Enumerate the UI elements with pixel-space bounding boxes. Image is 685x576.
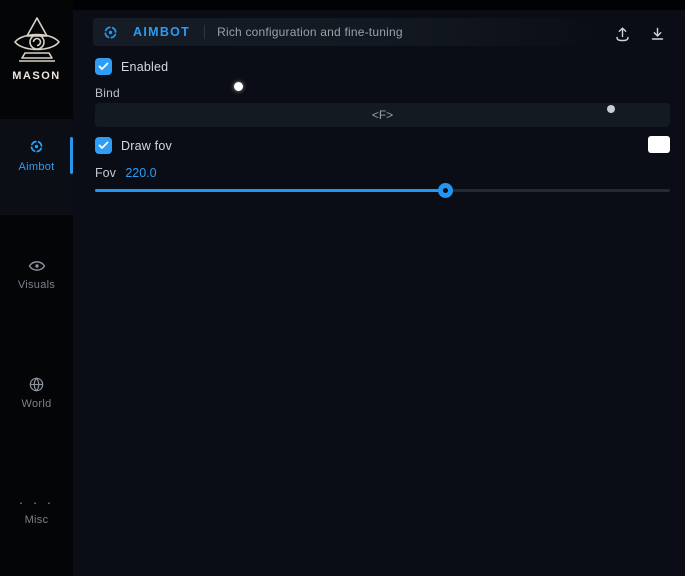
sidebar-item-aimbot[interactable]: Aimbot (0, 138, 73, 173)
draw-fov-label: Draw fov (121, 139, 172, 153)
fov-value: 220.0 (125, 166, 156, 180)
crosshair-icon (102, 24, 119, 41)
mouse-cursor-dot (234, 82, 243, 91)
mason-eye-logo-icon (11, 16, 63, 66)
sidebar-item-label: Aimbot (0, 161, 73, 173)
app-window: MASON Aimbot Visuals (0, 0, 685, 576)
draw-fov-checkbox[interactable] (95, 137, 112, 154)
header-divider (204, 25, 205, 39)
globe-icon (29, 377, 44, 392)
logo: MASON (0, 16, 73, 82)
checkbox-check-icon (98, 141, 109, 150)
fov-label: Fov (95, 166, 116, 180)
sidebar: MASON Aimbot Visuals (0, 0, 73, 576)
sidebar-item-misc[interactable]: · · · Misc (0, 498, 73, 526)
crosshair-icon (28, 138, 45, 155)
import-config-button[interactable] (646, 23, 668, 45)
download-icon (649, 26, 666, 43)
logo-text: MASON (0, 70, 73, 82)
sidebar-item-label: Misc (0, 514, 73, 526)
export-config-button[interactable] (611, 23, 633, 45)
bind-value: <F> (372, 108, 393, 122)
sidebar-item-label: Visuals (0, 279, 73, 291)
sidebar-item-label: World (0, 398, 73, 410)
bind-drag-dot (607, 105, 615, 113)
page-subtitle: Rich configuration and fine-tuning (217, 25, 403, 39)
page-header: AIMBOT Rich configuration and fine-tunin… (93, 18, 605, 46)
enabled-checkbox[interactable] (95, 58, 112, 75)
ellipsis-icon: · · · (0, 498, 73, 508)
sidebar-item-visuals[interactable]: Visuals (0, 259, 73, 291)
checkbox-check-icon (98, 62, 109, 71)
fov-row: Fov 220.0 (95, 166, 157, 180)
fov-color-swatch[interactable] (648, 136, 670, 153)
main-panel: AIMBOT Rich configuration and fine-tunin… (73, 10, 685, 576)
page-title: AIMBOT (133, 25, 190, 39)
bind-input[interactable]: <F> (95, 103, 670, 127)
upload-icon (614, 26, 631, 43)
enabled-label: Enabled (121, 60, 168, 74)
fov-slider-fill (95, 189, 446, 192)
sidebar-item-world[interactable]: World (0, 377, 73, 410)
bind-label: Bind (95, 86, 120, 100)
fov-slider[interactable] (95, 183, 670, 198)
eye-icon (28, 259, 46, 273)
fov-slider-handle[interactable] (438, 183, 453, 198)
